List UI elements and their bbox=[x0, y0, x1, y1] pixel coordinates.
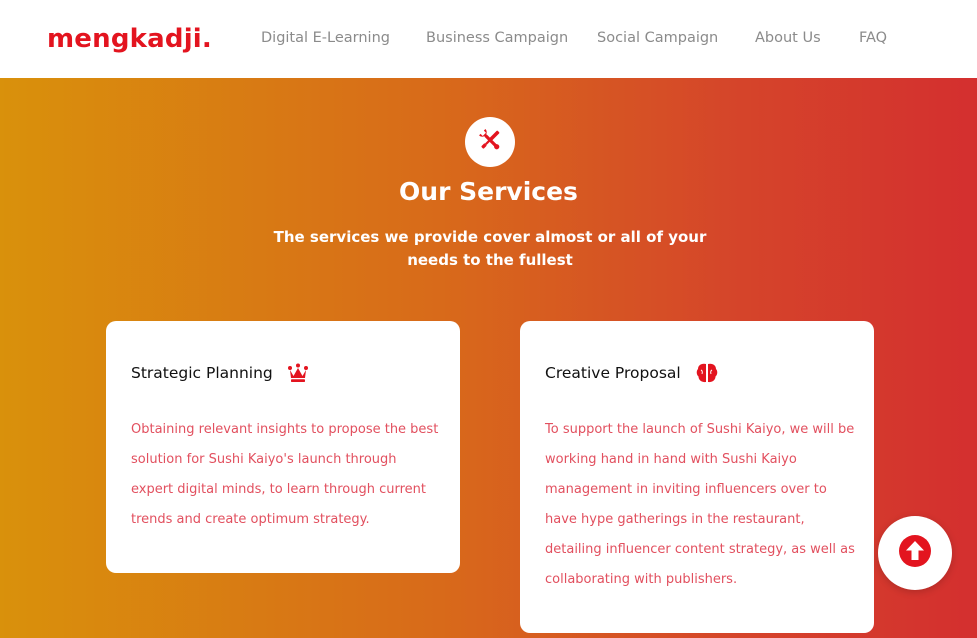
nav-item-faq[interactable]: FAQ bbox=[859, 29, 887, 47]
card-title: Creative Proposal bbox=[545, 364, 681, 382]
card-description: To support the launch of Sushi Kaiyo, we… bbox=[545, 422, 855, 587]
brain-icon bbox=[695, 362, 719, 384]
services-section: Our Services The services we provide cov… bbox=[0, 78, 977, 638]
arrow-up-circle-icon bbox=[898, 534, 932, 572]
nav-item-about-us[interactable]: About Us bbox=[755, 29, 821, 47]
card-header: Creative Proposal bbox=[545, 361, 719, 385]
nav-item-social-campaign[interactable]: Social Campaign bbox=[597, 29, 718, 47]
tools-icon bbox=[476, 126, 504, 158]
crown-icon bbox=[287, 363, 309, 383]
card-title: Strategic Planning bbox=[131, 364, 273, 382]
scroll-to-top-button[interactable] bbox=[878, 516, 952, 590]
service-card-strategic-planning: Strategic Planning Obtaining relevant in… bbox=[106, 321, 460, 573]
site-header: mengkadji. Digital E-Learning Business C… bbox=[0, 0, 977, 78]
section-subtitle: The services we provide cover almost or … bbox=[273, 228, 707, 269]
card-header: Strategic Planning bbox=[131, 361, 309, 385]
nav-item-business-campaign[interactable]: Business Campaign bbox=[426, 29, 568, 47]
logo[interactable]: mengkadji. bbox=[47, 22, 212, 56]
nav-item-digital-e-learning[interactable]: Digital E-Learning bbox=[261, 29, 390, 47]
service-card-creative-proposal: Creative Proposal To support the launch … bbox=[520, 321, 874, 633]
section-title: Our Services bbox=[399, 177, 578, 206]
services-icon-badge bbox=[465, 117, 515, 167]
card-description: Obtaining relevant insights to propose t… bbox=[131, 422, 439, 527]
